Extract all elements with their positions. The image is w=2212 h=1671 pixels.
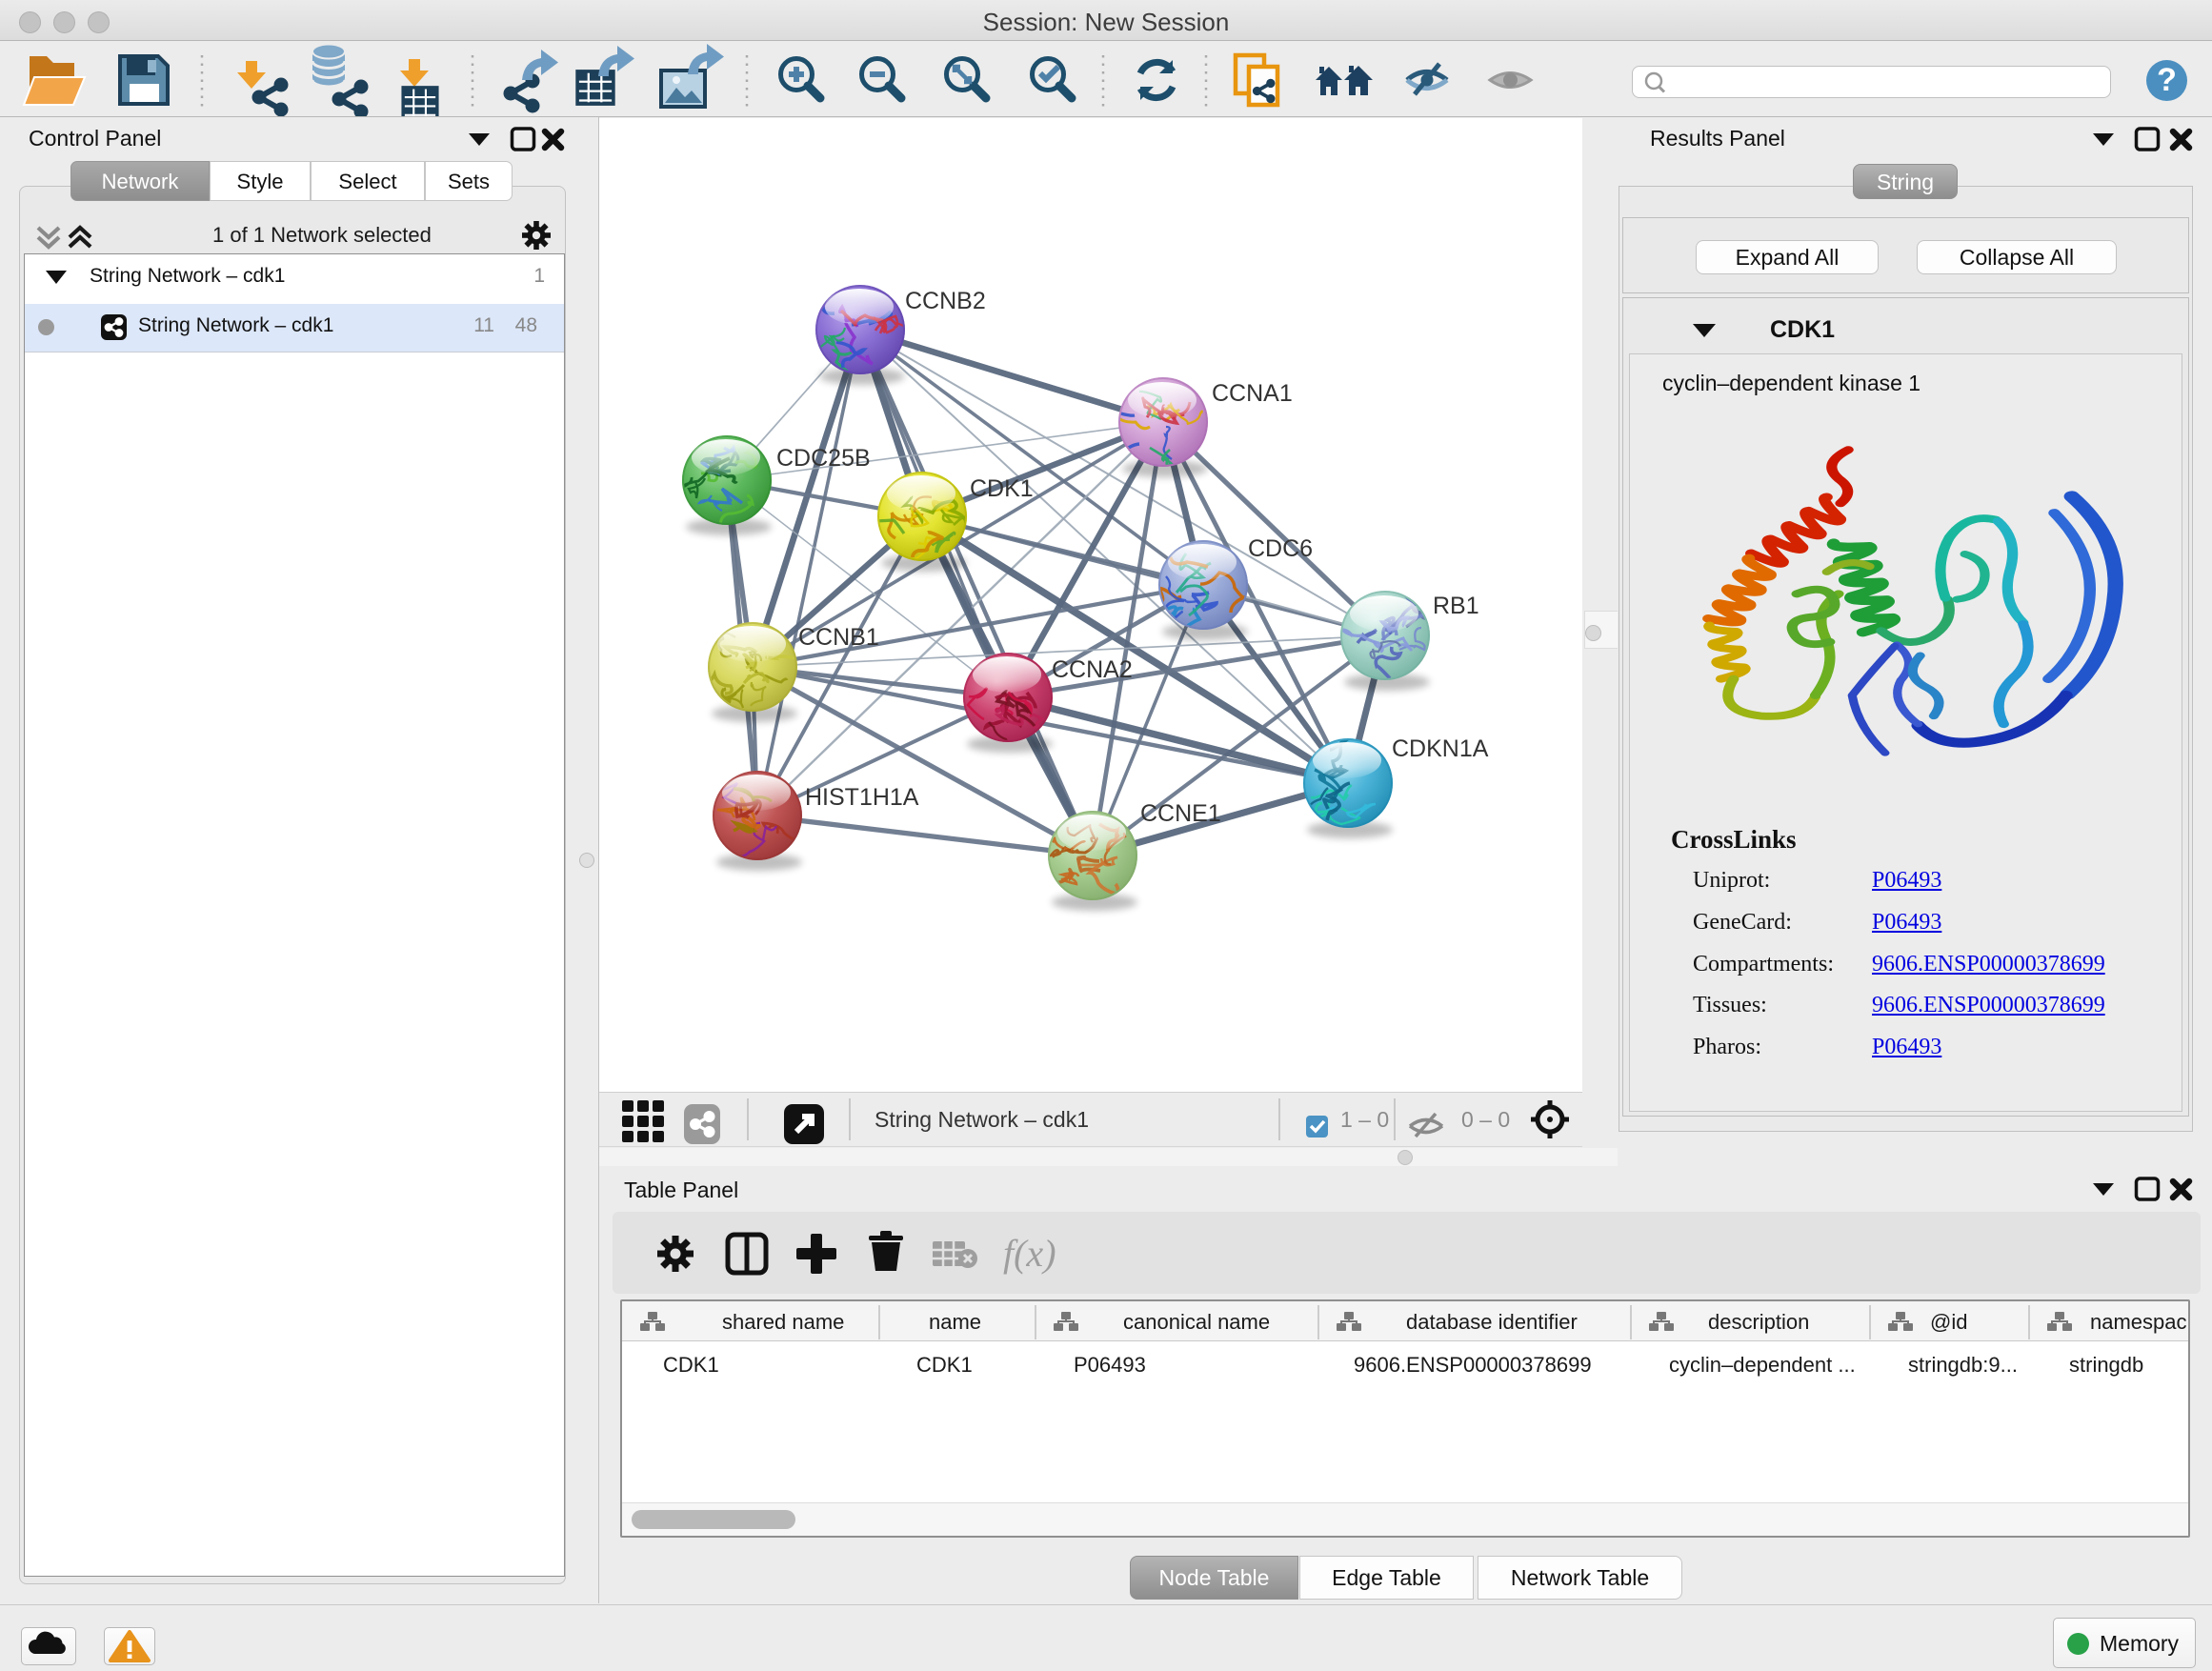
svg-text:CCNB2: CCNB2 xyxy=(905,288,986,314)
svg-text:description: description xyxy=(1708,1310,1809,1334)
svg-text:CCNB1: CCNB1 xyxy=(798,624,879,651)
svg-text:CDK1: CDK1 xyxy=(916,1353,973,1377)
svg-text:CCNA1: CCNA1 xyxy=(1212,380,1293,407)
svg-text:cyclin–dependent ...: cyclin–dependent ... xyxy=(1669,1353,1856,1377)
svg-text:shared name: shared name xyxy=(722,1310,844,1334)
svg-text:stringdb: stringdb xyxy=(2069,1353,2143,1377)
svg-text:database identifier: database identifier xyxy=(1406,1310,1578,1334)
svg-text:0 – 0: 0 – 0 xyxy=(1461,1107,1510,1132)
svg-text:CDK1: CDK1 xyxy=(970,475,1034,502)
svg-text:name: name xyxy=(929,1310,981,1334)
svg-text:CCNE1: CCNE1 xyxy=(1140,800,1221,827)
svg-text:CDKN1A: CDKN1A xyxy=(1392,735,1489,762)
svg-text:f(x): f(x) xyxy=(1003,1232,1056,1275)
svg-text:1 of 1 Network selected: 1 of 1 Network selected xyxy=(212,223,432,247)
svg-text:CDC25B: CDC25B xyxy=(776,445,871,472)
svg-text:HIST1H1A: HIST1H1A xyxy=(805,784,919,811)
svg-text:RB1: RB1 xyxy=(1433,593,1479,619)
svg-text:CDK1: CDK1 xyxy=(663,1353,719,1377)
svg-text:@id: @id xyxy=(1930,1310,1967,1334)
svg-text:P06493: P06493 xyxy=(1074,1353,1146,1377)
svg-text:String Network – cdk1: String Network – cdk1 xyxy=(875,1107,1089,1132)
svg-text:1 – 0: 1 – 0 xyxy=(1340,1107,1389,1132)
svg-text:9606.ENSP00000378699: 9606.ENSP00000378699 xyxy=(1354,1353,1592,1377)
svg-text:stringdb:9...: stringdb:9... xyxy=(1908,1353,2018,1377)
svg-text:CDC6: CDC6 xyxy=(1248,535,1313,562)
svg-text:CCNA2: CCNA2 xyxy=(1052,656,1133,683)
svg-text:namespac: namespac xyxy=(2090,1310,2187,1334)
svg-text:canonical name: canonical name xyxy=(1123,1310,1270,1334)
